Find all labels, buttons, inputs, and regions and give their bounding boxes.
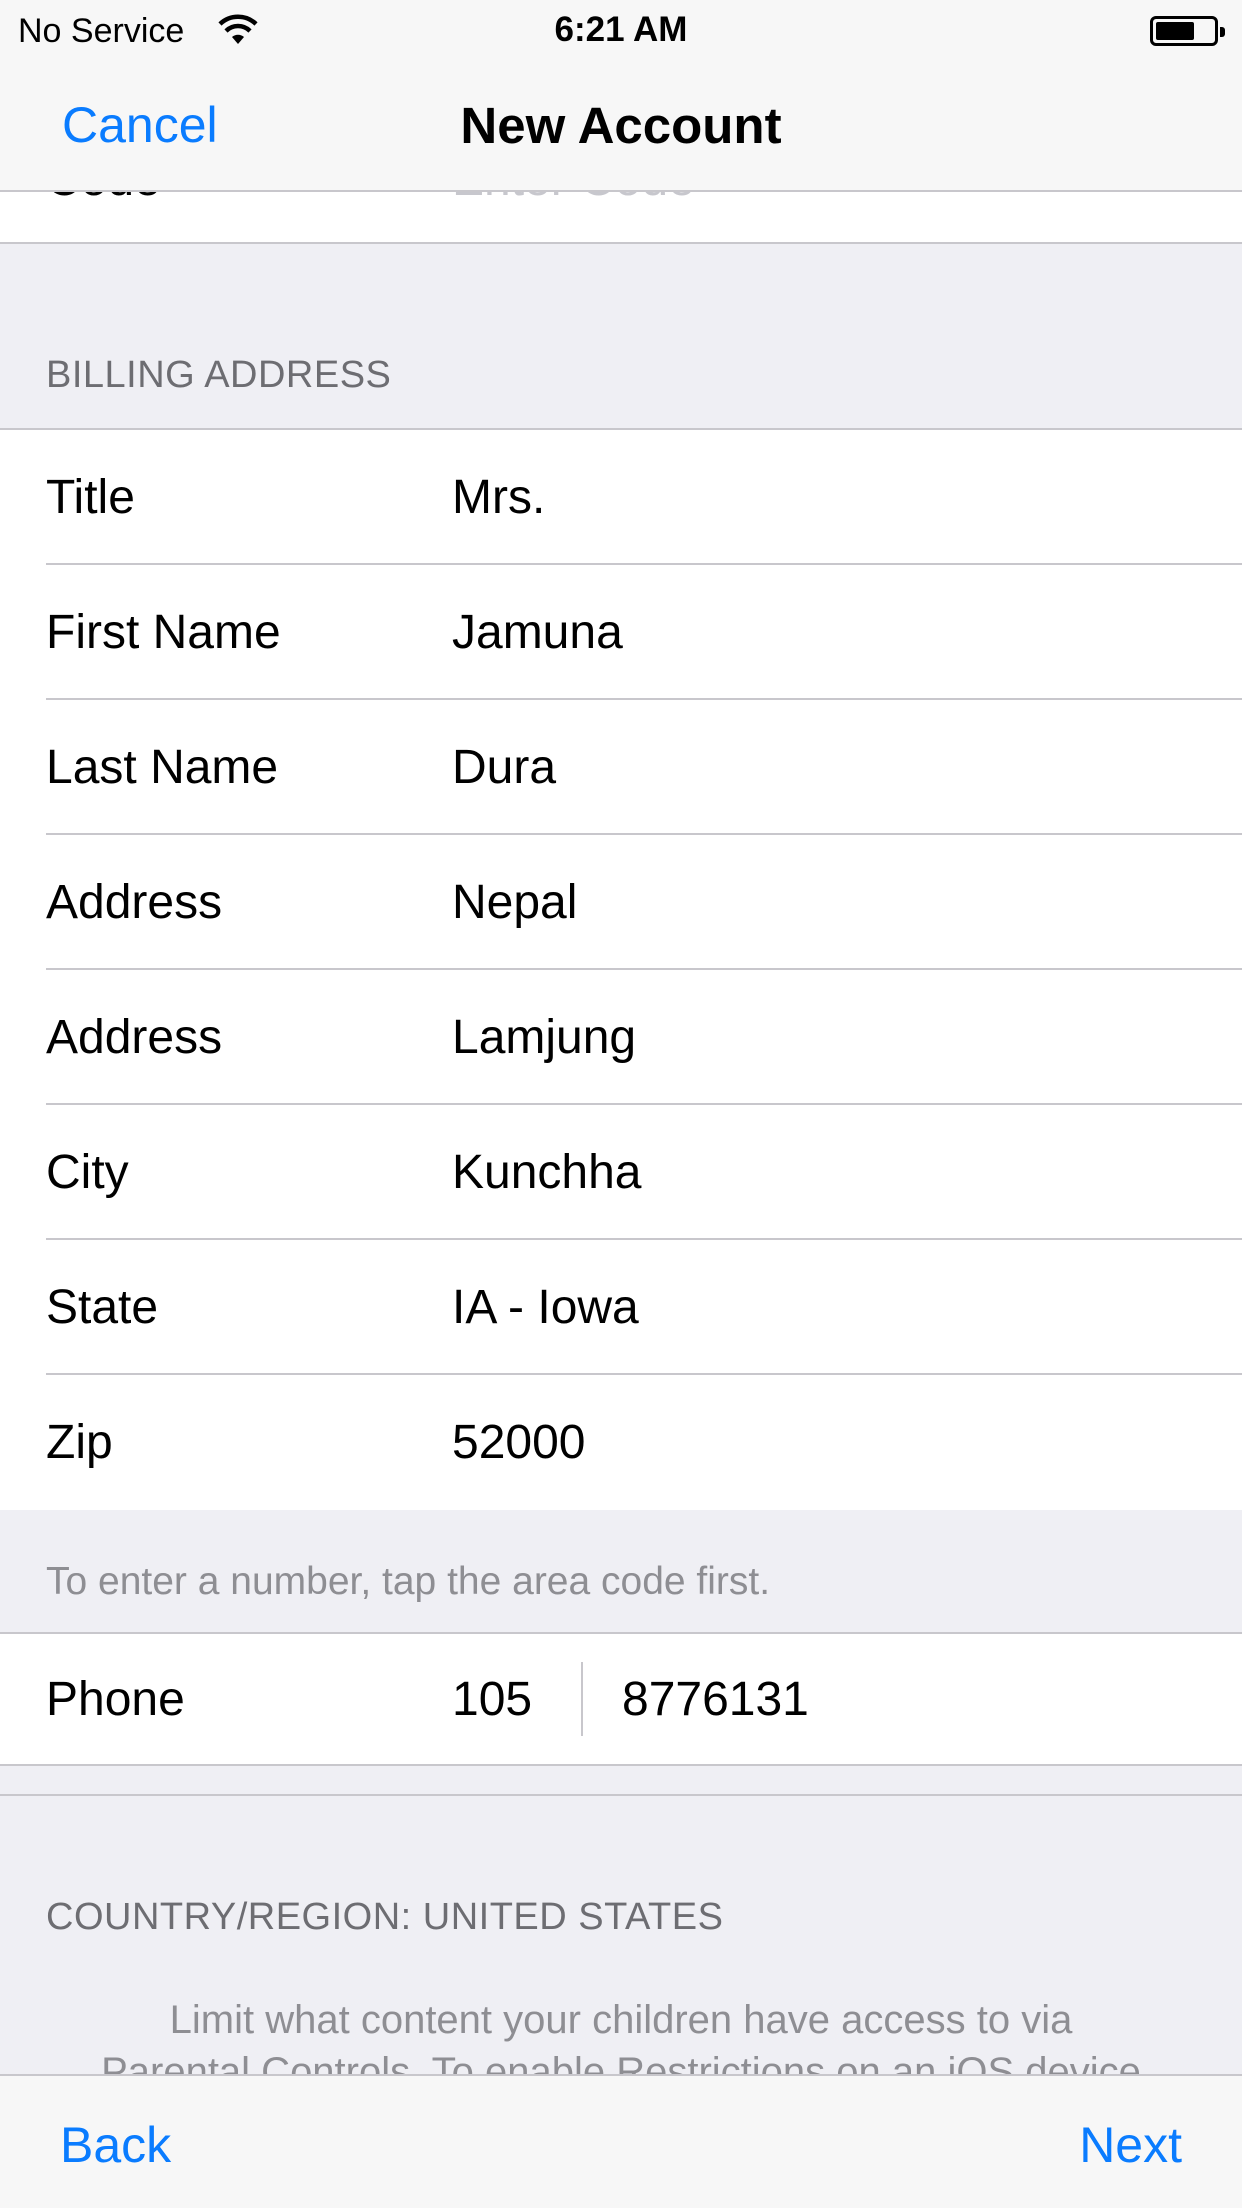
back-button[interactable]: Back [60, 2116, 171, 2174]
address-line1-field[interactable]: Nepal [452, 875, 577, 930]
phone-row[interactable]: Phone 105 8776131 [0, 1632, 1242, 1766]
first-name-label: First Name [46, 606, 281, 659]
bottom-toolbar: Back Next [0, 2074, 1242, 2208]
address-line1-row[interactable]: Address Nepal [0, 835, 1242, 970]
country-region-header: COUNTRY/REGION: UNITED STATES [46, 1896, 724, 1938]
first-name-row[interactable]: First Name Jamuna [0, 565, 1242, 700]
code-row[interactable]: Code Enter Code [0, 192, 1242, 244]
first-name-field[interactable]: Jamuna [452, 605, 623, 660]
phone-number-field[interactable]: 8776131 [622, 1672, 809, 1727]
navigation-bar: Cancel New Account [0, 62, 1242, 192]
state-picker[interactable]: IA - Iowa [452, 1280, 639, 1335]
page-title: New Account [460, 97, 782, 154]
phone-label: Phone [46, 1673, 185, 1726]
billing-address-group: Title Mrs. First Name Jamuna Last Name D… [0, 428, 1242, 1510]
city-label: City [46, 1146, 129, 1199]
address-line2-row[interactable]: Address Lamjung [0, 970, 1242, 1105]
status-bar: No Service 6:21 AM [0, 0, 1242, 62]
billing-address-header: BILLING ADDRESS [46, 354, 392, 396]
title-field[interactable]: Mrs. [452, 470, 545, 525]
battery-icon [1150, 16, 1225, 46]
status-time: 6:21 AM [554, 10, 688, 49]
info-line-1: Limit what content your children have ac… [169, 1998, 1073, 2042]
last-name-field[interactable]: Dura [452, 740, 556, 795]
info-line-2: Parental Controls. To enable Restriction… [101, 2050, 1141, 2074]
address-line2-field[interactable]: Lamjung [452, 1010, 636, 1065]
address-line1-label: Address [46, 876, 223, 929]
parental-controls-info: Limit what content your children have ac… [46, 1994, 1196, 2074]
phone-hint-text: To enter a number, tap the area code fir… [46, 1560, 771, 1603]
address-line2-label: Address [46, 1011, 223, 1064]
form-scroll-area[interactable]: Code Enter Code BILLING ADDRESS Title Mr… [0, 192, 1242, 2074]
code-label: Code [46, 192, 161, 207]
last-name-row[interactable]: Last Name Dura [0, 700, 1242, 835]
phone-divider [581, 1662, 583, 1736]
zip-row[interactable]: Zip 52000 [0, 1375, 1242, 1510]
next-button[interactable]: Next [1079, 2116, 1182, 2174]
city-row[interactable]: City Kunchha [0, 1105, 1242, 1240]
state-label: State [46, 1281, 159, 1334]
zip-field[interactable]: 52000 [452, 1415, 585, 1470]
title-label: Title [46, 471, 135, 524]
title-row[interactable]: Title Mrs. [0, 430, 1242, 565]
area-code-field[interactable]: 105 [452, 1672, 532, 1727]
last-name-label: Last Name [46, 741, 279, 794]
code-input[interactable]: Enter Code [452, 192, 695, 207]
city-field[interactable]: Kunchha [452, 1145, 642, 1200]
state-row[interactable]: State IA - Iowa [0, 1240, 1242, 1375]
zip-label: Zip [46, 1416, 113, 1469]
section-divider [0, 1794, 1242, 1796]
